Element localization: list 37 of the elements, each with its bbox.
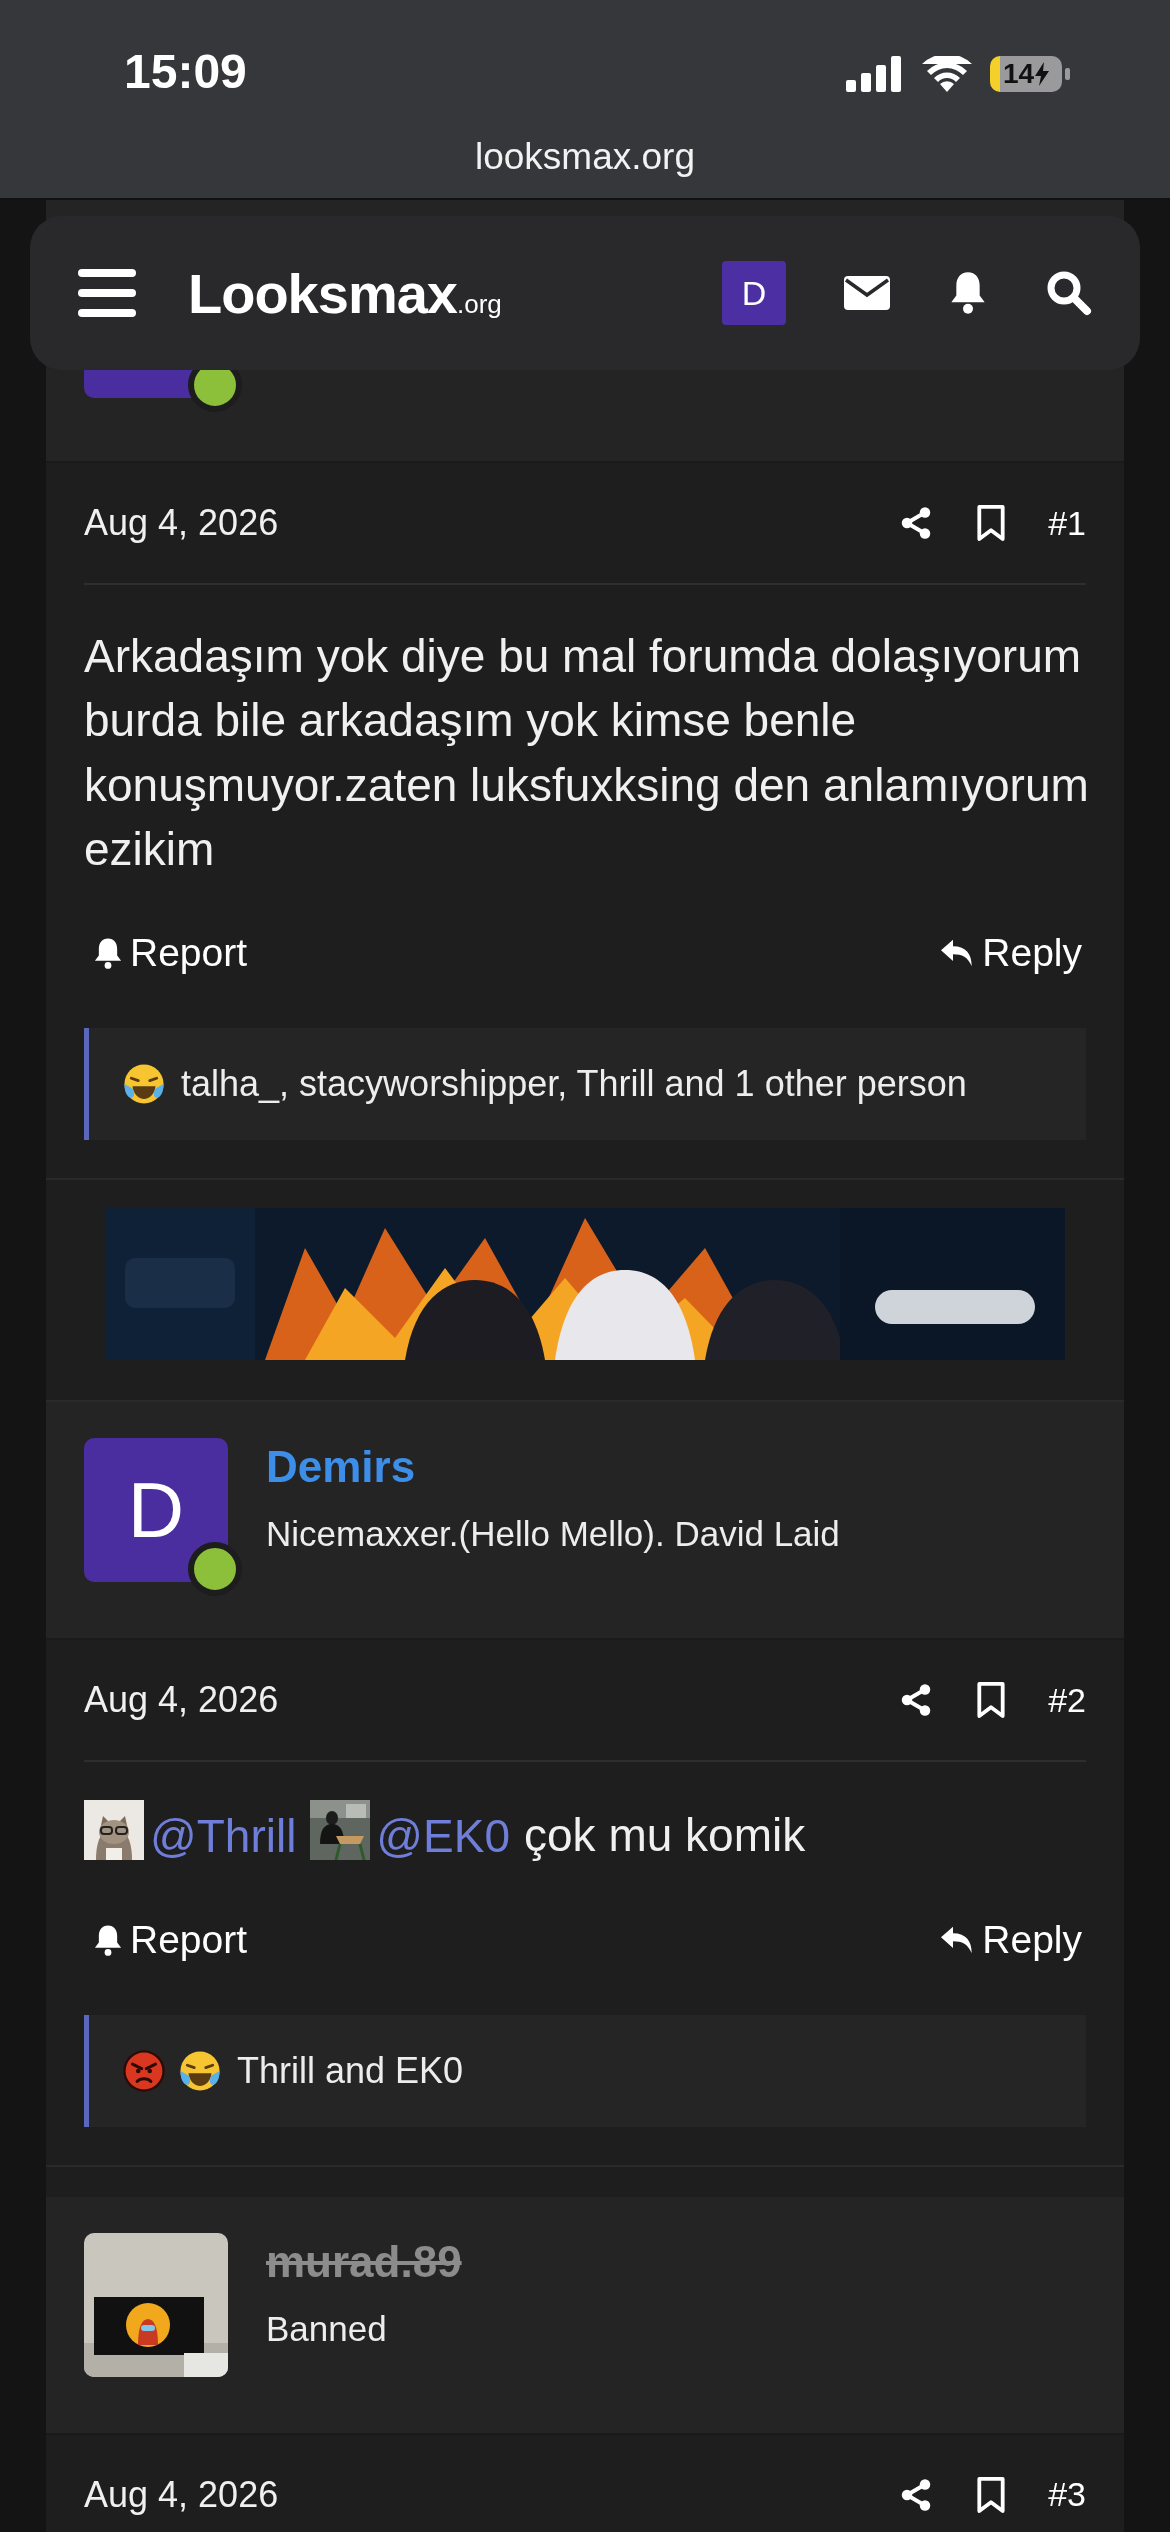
post-text: çok mu komik	[524, 1809, 806, 1862]
username-link[interactable]: Demirs	[266, 1442, 416, 1493]
user-title: Banned	[266, 2308, 387, 2349]
post-date: Aug 4, 2026	[84, 502, 279, 544]
post-date: Aug 4, 2026	[84, 2473, 279, 2516]
wifi-icon	[922, 56, 972, 92]
bookmark-icon[interactable]	[976, 504, 1007, 542]
post-number-link[interactable]: #3	[1048, 2475, 1086, 2515]
reply-button[interactable]: Reply	[938, 1917, 1082, 1962]
user-title: Nicemaxxer.(Hello Mello). David Laid	[266, 1514, 840, 1555]
reactions-text: Thrill and EK0	[237, 2049, 464, 2092]
report-button[interactable]: Report	[92, 931, 248, 976]
status-time: 15:09	[124, 44, 247, 99]
bell-icon	[92, 936, 124, 971]
reactions-bar[interactable]: talha_, stacyworshipper, Thrill and 1 other person	[84, 1028, 1086, 1141]
post-date: Aug 4, 2026	[84, 1679, 279, 1722]
reply-button[interactable]: Reply	[938, 931, 1082, 976]
mention-link[interactable]: @EK0	[376, 1809, 510, 1862]
post-number-link[interactable]: #1	[1048, 503, 1086, 543]
bookmark-icon[interactable]	[976, 2475, 1007, 2514]
report-button[interactable]: Report	[92, 1917, 248, 1962]
reactions-bar[interactable]: Thrill and EK0	[84, 2014, 1086, 2127]
post-number-link[interactable]: #2	[1048, 1680, 1086, 1720]
bookmark-icon[interactable]	[976, 1681, 1007, 1720]
search-icon[interactable]	[1046, 270, 1092, 316]
site-logo[interactable]: Looksmax.org	[188, 260, 502, 326]
user-avatar[interactable]: D	[84, 1438, 228, 1583]
menu-icon[interactable]	[78, 269, 136, 317]
post-text: Arkadaşım yok diye bu mal forumda dolaşıyorum burda bile arkadaşım yok kimse benle konuşmuyor.zaten luksfuxksing den anlamıyorum ezikim	[84, 630, 1089, 876]
account-avatar[interactable]: D	[722, 261, 786, 325]
username-link[interactable]: murad.89	[266, 2236, 462, 2287]
envelope-icon[interactable]	[844, 276, 890, 310]
reactions-text: talha_, stacyworshipper, Thrill and 1 other person	[181, 1063, 967, 1106]
address-bar-url[interactable]: looksmax.org	[475, 136, 695, 177]
mention-link[interactable]: @Thrill	[150, 1809, 297, 1862]
angry-emoji-icon	[121, 2047, 167, 2094]
cellular-signal-icon	[846, 56, 904, 92]
